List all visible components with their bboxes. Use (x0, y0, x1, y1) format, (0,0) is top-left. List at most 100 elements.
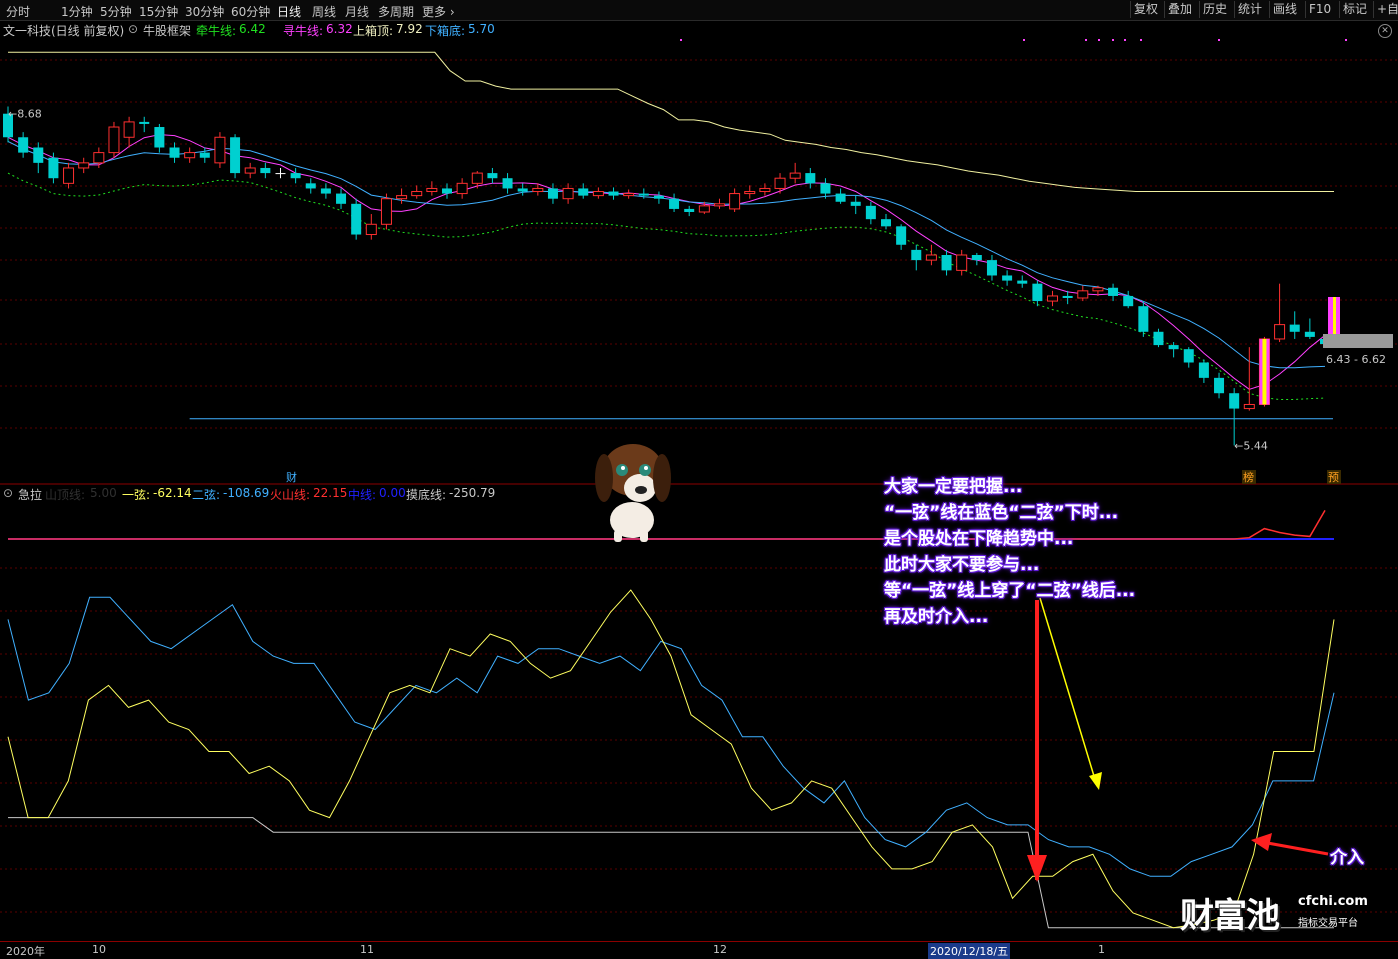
signal-bar (1259, 338, 1270, 405)
candle-body (426, 187, 438, 193)
candle-body (1138, 306, 1149, 332)
candle (941, 249, 952, 276)
candle-body (1002, 275, 1013, 281)
period-toolbar: 分时 1分钟 5分钟 15分钟 30分钟 60分钟 日线 周线 月线 多周期 更… (0, 0, 1398, 21)
candle (169, 142, 180, 163)
candle (123, 116, 135, 148)
close-icon[interactable]: ✕ (1378, 24, 1392, 38)
period-tab-1min[interactable]: 1分钟 (61, 3, 93, 20)
candle (1320, 334, 1330, 348)
period-tab-5min[interactable]: 5分钟 (100, 3, 132, 20)
period-tab-monthly[interactable]: 月线 (345, 3, 369, 20)
candle-body (380, 198, 392, 225)
modi-value: -250.79 (449, 486, 496, 500)
settings-circle-icon[interactable]: ⊙ (3, 486, 13, 500)
candle-body (365, 223, 377, 236)
period-tab-15min[interactable]: 15分钟 (139, 3, 178, 20)
more-label: 更多 (422, 5, 447, 19)
candle (442, 183, 452, 199)
yixian-value: -62.14 (153, 486, 192, 500)
candle (1304, 318, 1315, 339)
candle (3, 106, 13, 143)
chevron-right-icon: › (446, 5, 455, 19)
candle-body (713, 203, 725, 207)
period-tab-weekly[interactable]: 周线 (312, 3, 336, 20)
candle-body (578, 188, 589, 196)
candle-body (608, 191, 619, 196)
candle (759, 183, 771, 196)
date-label-nov: 11 (360, 943, 374, 956)
candle (78, 157, 90, 174)
candle-body (971, 255, 982, 261)
candle (1092, 285, 1104, 296)
mark-button[interactable]: 标记 (1339, 1, 1370, 18)
candle-body (184, 152, 196, 159)
history-button[interactable]: 历史 (1199, 1, 1230, 18)
period-tab-fenshi[interactable]: 分时 (6, 3, 30, 20)
candle-body (502, 178, 513, 189)
candle (956, 249, 968, 276)
annotation-text: 大家一定要把握... “一弦”线在蓝色“二弦”下时... 是个股处在下降趋势中.… (884, 474, 1135, 630)
candle (896, 224, 907, 250)
sub-indicator-name[interactable]: 急拉 (18, 486, 42, 503)
candle-body (820, 183, 831, 194)
candle (592, 187, 604, 199)
period-tab-multi[interactable]: 多周期 (378, 3, 414, 20)
candle-body (108, 126, 120, 154)
candle (865, 201, 876, 225)
erxian-value: -108.69 (223, 486, 270, 500)
overlay-button[interactable]: 叠加 (1164, 1, 1195, 18)
candle-body (592, 191, 604, 197)
indicator-name[interactable]: 牛股框架 (143, 22, 191, 39)
candle-body (169, 147, 180, 158)
f10-button[interactable]: F10 (1305, 1, 1334, 18)
candle (698, 201, 710, 215)
period-tab-more[interactable]: 更多 › (422, 3, 455, 20)
annotation-line-1: 大家一定要把握... (884, 477, 1023, 497)
candle (1243, 347, 1255, 411)
custom-button[interactable]: +自 (1373, 1, 1398, 18)
candle (1077, 285, 1089, 302)
candle (789, 162, 801, 184)
candle-body (941, 255, 952, 271)
period-tab-60min[interactable]: 60分钟 (231, 3, 270, 20)
logo-sub: 指标交易平台 (1298, 918, 1358, 929)
period-tab-30min[interactable]: 30分钟 (185, 3, 224, 20)
upper-box-line (8, 51, 1334, 192)
fin-marker: 财 (286, 470, 297, 484)
candle-body (1183, 349, 1194, 363)
huoshan-label: 火山线: (270, 488, 311, 502)
red-arrowhead (1027, 855, 1047, 882)
settings-circle-icon[interactable]: ⊙ (128, 22, 138, 36)
draw-button[interactable]: 画线 (1269, 1, 1300, 18)
date-axis: 2020年 10 11 12 2020/12/18/五 1 (0, 941, 1398, 959)
fuquan-button[interactable]: 复权 (1130, 1, 1161, 18)
candle-body (199, 152, 210, 158)
candle (744, 185, 756, 199)
candle (1153, 328, 1164, 348)
candle-body (1092, 287, 1104, 292)
modi-line (8, 817, 1334, 929)
candle-body (562, 187, 574, 200)
candle (456, 178, 468, 199)
shanding-value: 5.00 (90, 486, 117, 500)
chart-canvas[interactable]: ←8.68 ←5.44 6.43 - 6.62 财 榜 预 (0, 0, 1398, 958)
annotation-line-6: 再及时介入... (884, 607, 989, 627)
upper-box-value: 7.92 (396, 22, 423, 36)
tag-yu: 预 (1328, 471, 1339, 484)
candle-body (896, 226, 907, 245)
candle (260, 162, 271, 179)
candle (48, 152, 59, 184)
dog-eye-shine (621, 466, 625, 470)
period-tab-daily[interactable]: 日线 (277, 3, 301, 20)
dog-leg (614, 530, 622, 542)
upper-box-label: 上箱顶: (353, 24, 394, 38)
candle-body (638, 193, 649, 196)
candle-body (487, 173, 498, 179)
candle (471, 171, 483, 189)
range-box (1323, 334, 1393, 348)
sub-chart-info: ⊙ 急拉 山顶线: 5.00 一弦: -62.14 二弦: -108.69 火山… (0, 486, 1000, 502)
tag-bg (1242, 470, 1256, 484)
stats-button[interactable]: 统计 (1234, 1, 1265, 18)
candle-body (1062, 295, 1073, 298)
